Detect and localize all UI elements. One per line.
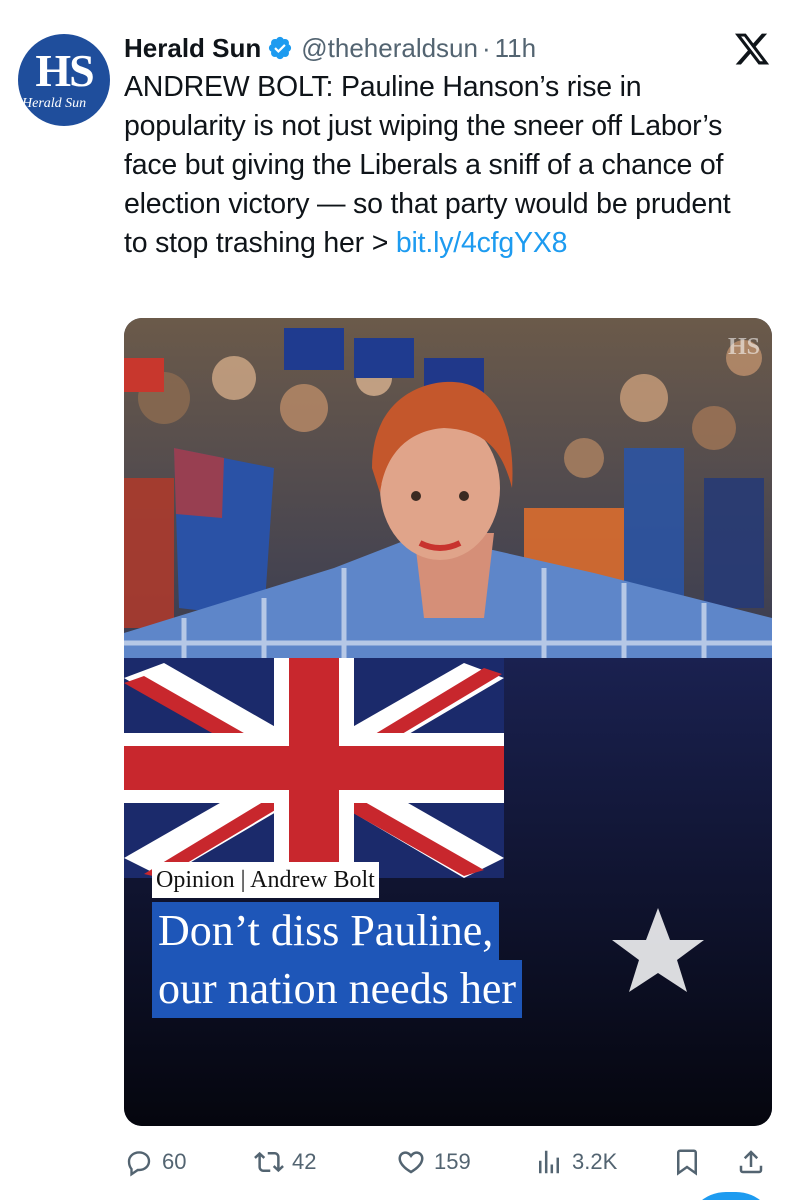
avatar-logo-text: HS bbox=[35, 45, 94, 96]
tweet-header: Herald Sun @theheraldsun · 11h bbox=[124, 30, 536, 66]
tweet-media-image[interactable]: HS Opinion | Andrew Bolt Don’t diss Paul… bbox=[124, 318, 772, 1126]
repost-button[interactable]: 42 bbox=[254, 1140, 316, 1184]
display-name[interactable]: Herald Sun bbox=[124, 33, 261, 64]
headline-line-2: our nation needs her bbox=[152, 960, 522, 1018]
bookmark-button[interactable] bbox=[672, 1140, 702, 1184]
repost-count: 42 bbox=[292, 1149, 317, 1174]
reply-button[interactable]: 60 bbox=[124, 1140, 186, 1184]
article-category: Opinion | Andrew Bolt bbox=[152, 862, 379, 898]
tweet-link[interactable]: bit.ly/4cfgYX8 bbox=[396, 227, 568, 259]
like-icon bbox=[398, 1151, 424, 1174]
bookmark-icon bbox=[677, 1149, 697, 1176]
separator-dot: · bbox=[481, 32, 491, 63]
avatar-logo-subtext: Herald Sun bbox=[22, 96, 87, 111]
reply-icon bbox=[127, 1151, 151, 1177]
share-button[interactable] bbox=[736, 1140, 766, 1184]
repost-icon bbox=[254, 1151, 284, 1173]
action-bar: 60 42 159 3.2K bbox=[124, 1140, 772, 1184]
like-count: 159 bbox=[434, 1149, 471, 1174]
article-headline: Don’t diss Pauline, our nation needs her bbox=[152, 902, 522, 1018]
watermark-logo: HS bbox=[727, 334, 760, 360]
share-icon bbox=[739, 1150, 763, 1174]
avatar[interactable]: HS Herald Sun bbox=[18, 34, 110, 126]
x-logo-icon[interactable] bbox=[732, 30, 772, 68]
views-icon bbox=[539, 1150, 559, 1174]
headline-line-1: Don’t diss Pauline, bbox=[152, 902, 500, 960]
verified-badge-icon bbox=[267, 35, 293, 61]
like-button[interactable]: 159 bbox=[396, 1140, 471, 1184]
reply-count: 60 bbox=[162, 1149, 187, 1174]
views-button[interactable]: 3.2K bbox=[534, 1140, 617, 1184]
floating-action-button[interactable] bbox=[686, 1192, 776, 1200]
tweet-text: ANDREW BOLT: Pauline Hanson’s rise in po… bbox=[124, 68, 754, 263]
views-count: 3.2K bbox=[572, 1149, 618, 1174]
handle[interactable]: @theheraldsun bbox=[301, 33, 478, 64]
tweet[interactable]: HS Herald Sun Herald Sun @theheraldsun ·… bbox=[0, 0, 790, 1200]
timestamp[interactable]: 11h bbox=[495, 33, 536, 64]
